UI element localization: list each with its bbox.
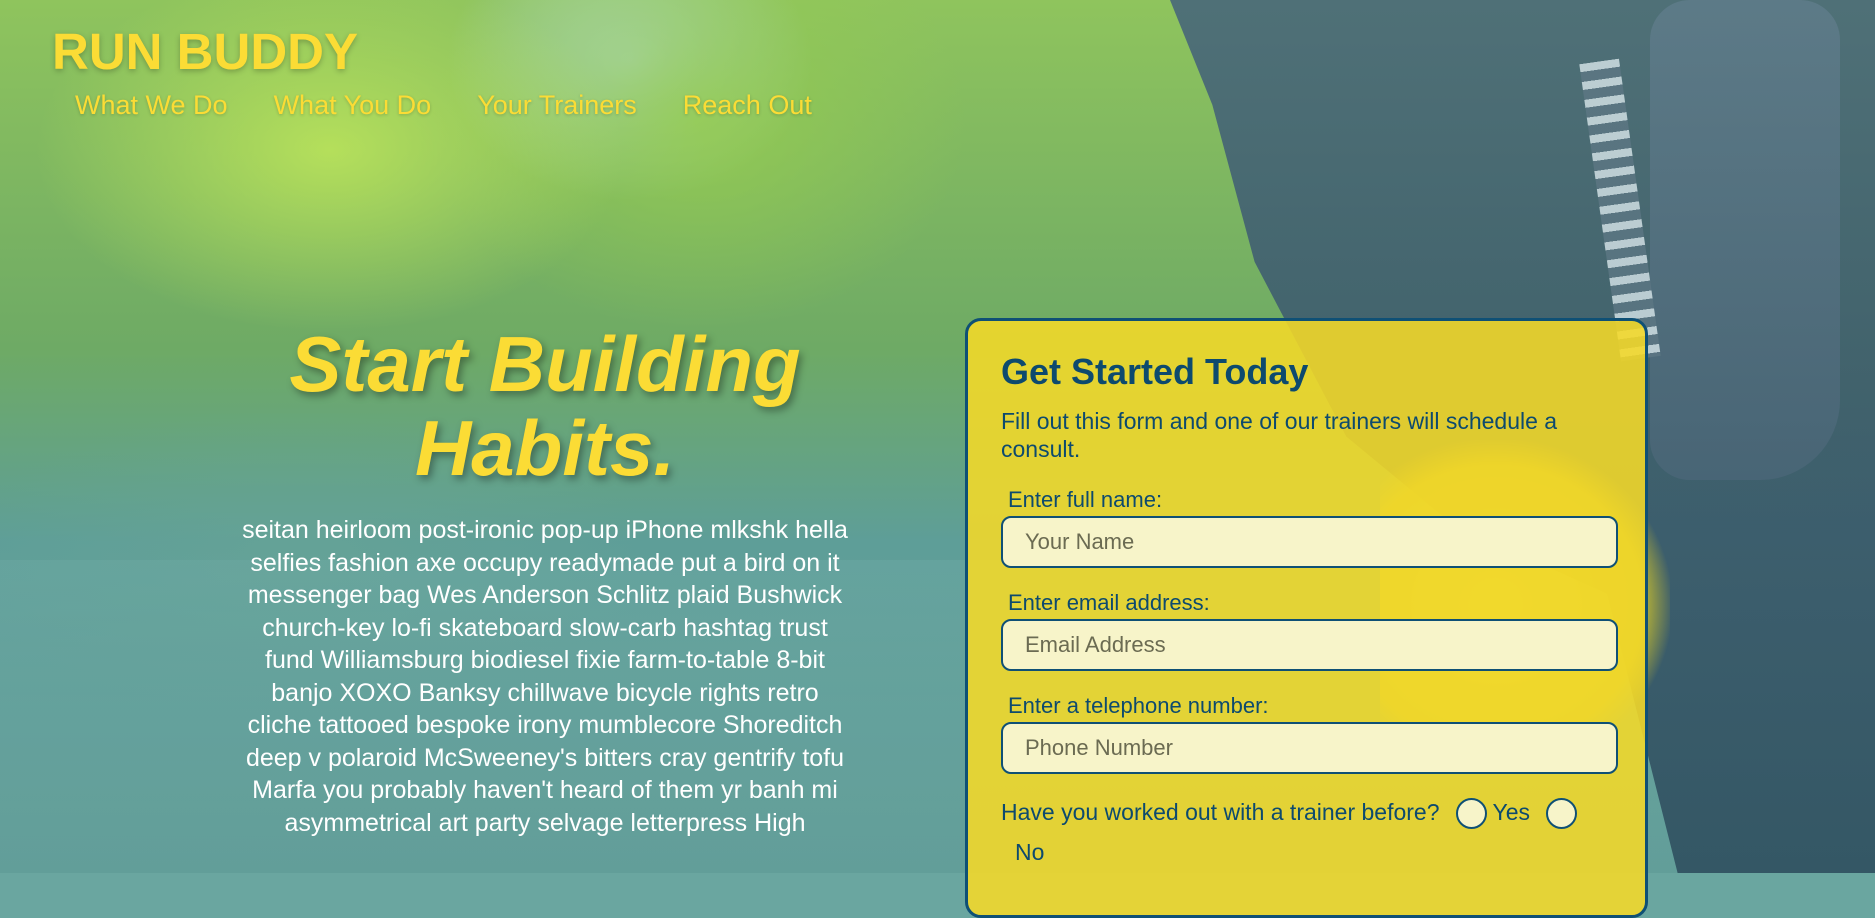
form-subtitle: Fill out this form and one of our traine…	[1001, 408, 1558, 462]
phone-label: Enter a telephone number:	[1008, 693, 1269, 718]
signup-form-card: Get Started Today Fill out this form and…	[965, 318, 1648, 918]
hero-title: Start Building Habits.	[235, 322, 855, 490]
site-brand[interactable]: RUN BUDDY	[52, 22, 358, 81]
nav-your-trainers[interactable]: Your Trainers	[477, 90, 637, 121]
no-radio[interactable]	[1546, 798, 1578, 830]
trainer-question-row: Have you worked out with a trainer befor…	[1001, 794, 1612, 870]
hero-title-line1: Start Building	[289, 320, 801, 408]
name-input[interactable]	[1001, 516, 1618, 568]
runner-arm	[1650, 0, 1840, 480]
email-label: Enter email address:	[1008, 590, 1210, 615]
email-input[interactable]	[1001, 619, 1618, 671]
yes-label: Yes	[1492, 799, 1531, 825]
name-label: Enter full name:	[1008, 487, 1163, 512]
hero-description: seitan heirloom post-ironic pop-up iPhon…	[242, 516, 848, 837]
hero-title-line2: Habits.	[414, 404, 676, 493]
nav-reach-out[interactable]: Reach Out	[683, 90, 812, 121]
trainer-question-label: Have you worked out with a trainer befor…	[1001, 799, 1440, 825]
yes-radio[interactable]	[1455, 798, 1487, 830]
nav-what-we-do[interactable]: What We Do	[75, 90, 228, 121]
no-label: No	[1015, 839, 1045, 865]
main-nav: What We Do What You Do Your Trainers Rea…	[75, 90, 812, 121]
form-title: Get Started Today	[1001, 351, 1309, 392]
nav-what-you-do[interactable]: What You Do	[274, 90, 432, 121]
phone-input[interactable]	[1001, 722, 1618, 774]
